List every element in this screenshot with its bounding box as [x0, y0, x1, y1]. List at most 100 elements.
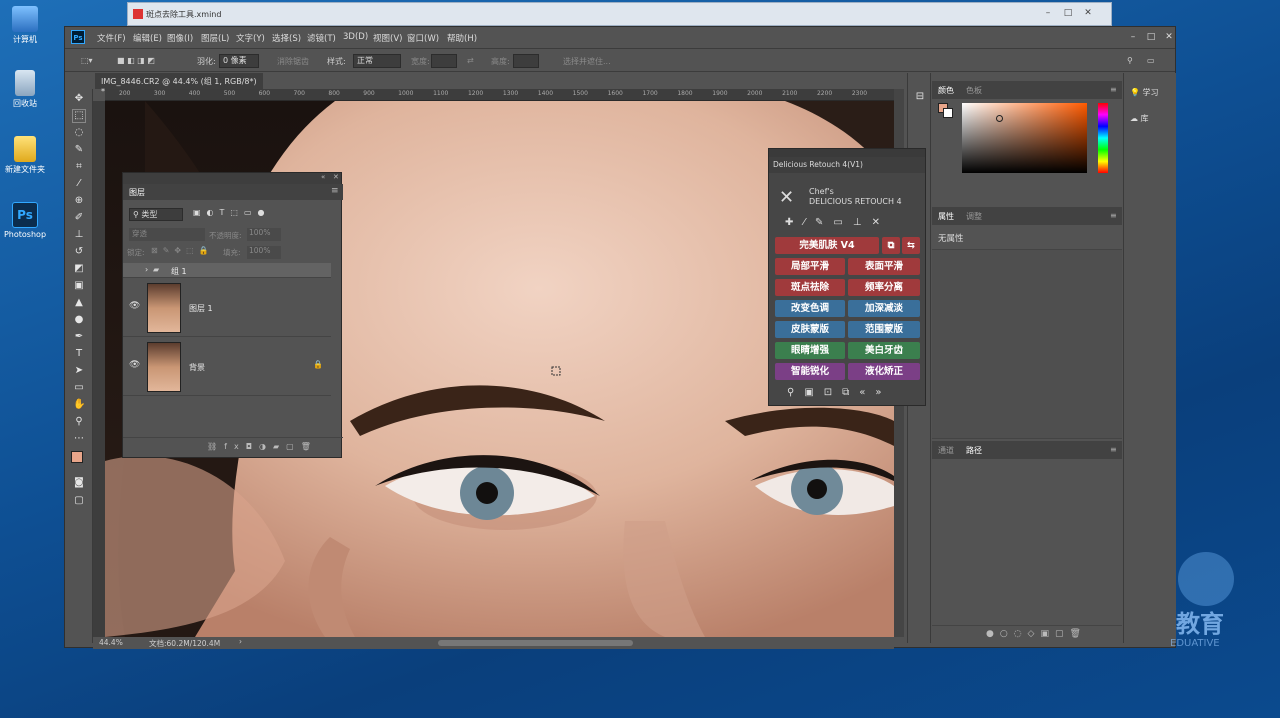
- collapse-icon[interactable]: «: [321, 173, 325, 181]
- antialias-checkbox[interactable]: 消除锯齿: [277, 56, 309, 67]
- eraser-tool-icon[interactable]: ◩: [73, 263, 85, 275]
- move-tool-icon[interactable]: ✥: [73, 93, 85, 105]
- shape-tool-icon[interactable]: ▭: [73, 382, 85, 394]
- desktop-icon-recycle-bin[interactable]: 回收站: [2, 70, 48, 109]
- width-input[interactable]: [431, 54, 457, 68]
- local-smooth-button[interactable]: 局部平滑: [775, 258, 845, 275]
- visibility-eye-icon[interactable]: 👁: [129, 360, 140, 370]
- panel-menu-icon[interactable]: ≡: [1110, 445, 1117, 454]
- stamp-tool-icon[interactable]: ⊥: [73, 229, 85, 241]
- tab-paths[interactable]: 路径: [966, 445, 982, 456]
- perfect-skin-button[interactable]: 完美肌肤 V4: [775, 237, 879, 254]
- minimize-button[interactable]: –: [1040, 7, 1056, 19]
- foreground-color-swatch[interactable]: [71, 451, 83, 463]
- history-brush-tool-icon[interactable]: ↺: [73, 246, 85, 258]
- blend-mode-select[interactable]: 穿透: [129, 228, 205, 241]
- marquee-tool-icon[interactable]: ⬚▾: [81, 56, 93, 65]
- zoom-tool-icon[interactable]: ⚲: [73, 416, 85, 428]
- hand-tool-icon[interactable]: ✋: [73, 399, 85, 411]
- dodge-burn-button[interactable]: 加深减淡: [848, 300, 920, 317]
- status-arrow-icon[interactable]: ›: [239, 637, 242, 646]
- quick-select-tool-icon[interactable]: ✎: [73, 144, 85, 156]
- retouch-footer-icons[interactable]: ⚲▣⊡⧉«»: [787, 387, 892, 398]
- brush-tool-icon[interactable]: ✐: [73, 212, 85, 224]
- close-button[interactable]: ✕: [1080, 7, 1096, 19]
- layer-filter-select[interactable]: ⚲ 类型: [129, 208, 183, 221]
- pen-tool-icon[interactable]: ✒: [73, 331, 85, 343]
- desktop-icon-new-folder[interactable]: 新建文件夹: [2, 136, 48, 175]
- smart-sharpen-button[interactable]: 智能锐化: [775, 363, 845, 380]
- tab-properties[interactable]: 属性: [938, 211, 954, 222]
- menu-type[interactable]: 文字(Y): [236, 32, 265, 44]
- more-tools-icon[interactable]: ⋯: [73, 433, 85, 445]
- path-select-tool-icon[interactable]: ➤: [73, 365, 85, 377]
- layer-name[interactable]: 背景: [189, 362, 205, 373]
- copy-icon[interactable]: ⧉: [882, 237, 900, 254]
- frequency-separation-button[interactable]: 频率分离: [848, 279, 920, 296]
- lasso-tool-icon[interactable]: ◌: [73, 127, 85, 139]
- ps-close-button[interactable]: ✕: [1161, 31, 1177, 43]
- paths-footer-icons[interactable]: ●○◌◇▣▢🗑: [932, 625, 1122, 643]
- menu-layer[interactable]: 图层(L): [201, 32, 229, 44]
- tab-swatches[interactable]: 色板: [966, 85, 982, 96]
- change-tone-button[interactable]: 改变色调: [775, 300, 845, 317]
- healing-tool-icon[interactable]: ⊕: [73, 195, 85, 207]
- lock-icons[interactable]: ⊠✎✥⬚🔒: [151, 246, 214, 255]
- menu-select[interactable]: 选择(S): [272, 32, 301, 44]
- menu-edit[interactable]: 编辑(E): [133, 32, 162, 44]
- panel-menu-icon[interactable]: ≡: [331, 186, 339, 196]
- retouch-drag-bar[interactable]: [769, 149, 925, 157]
- opacity-input[interactable]: 100%: [247, 228, 281, 241]
- quick-mask-icon[interactable]: ◙: [73, 477, 85, 489]
- menu-window[interactable]: 窗口(W): [407, 32, 439, 44]
- layer-name[interactable]: 组 1: [171, 266, 187, 277]
- feather-input[interactable]: 0 像素: [219, 54, 259, 68]
- retouch-tool-icons[interactable]: ✚⁄✎▭⊥✕: [785, 217, 890, 228]
- menu-view[interactable]: 视图(V): [373, 32, 402, 44]
- panel-menu-icon[interactable]: ≡: [1110, 211, 1117, 220]
- tab-adjustments[interactable]: 调整: [966, 211, 982, 222]
- menu-3d[interactable]: 3D(D): [343, 32, 368, 42]
- gradient-tool-icon[interactable]: ▣: [73, 280, 85, 292]
- spot-removal-button[interactable]: 斑点祛除: [775, 279, 845, 296]
- tab-color[interactable]: 颜色: [938, 85, 954, 96]
- layer-row-background[interactable]: 👁 背景 🔒: [123, 338, 331, 396]
- layers-panel-drag-bar[interactable]: « ✕: [123, 173, 341, 184]
- range-mask-button[interactable]: 范围蒙版: [848, 321, 920, 338]
- tab-layers[interactable]: 图层: [129, 187, 145, 198]
- maximize-button[interactable]: □: [1060, 7, 1076, 19]
- style-select[interactable]: 正常: [353, 54, 401, 68]
- eye-enhance-button[interactable]: 眼睛增强: [775, 342, 845, 359]
- menu-image[interactable]: 图像(I): [167, 32, 193, 44]
- surface-smooth-button[interactable]: 表面平滑: [848, 258, 920, 275]
- layer-row-group[interactable]: › ▰ 组 1: [123, 263, 331, 278]
- menu-help[interactable]: 帮助(H): [447, 32, 477, 44]
- screen-mode-icon[interactable]: ▢: [73, 495, 85, 507]
- settings-toggle-icon[interactable]: ⇆: [902, 237, 920, 254]
- select-mask-button[interactable]: 选择并遮住...: [563, 56, 611, 67]
- color-picker-field[interactable]: [962, 103, 1087, 173]
- document-tab[interactable]: IMG_8446.CR2 @ 44.4% (组 1, RGB/8*) *: [95, 73, 263, 96]
- desktop-icon-computer[interactable]: 计算机: [2, 6, 48, 45]
- ps-minimize-button[interactable]: –: [1125, 31, 1141, 43]
- close-icon[interactable]: ✕: [333, 173, 339, 181]
- panel-menu-icon[interactable]: ≡: [1110, 85, 1117, 94]
- swap-icon[interactable]: ⇄: [467, 56, 474, 65]
- menu-file[interactable]: 文件(F): [97, 32, 126, 44]
- horizontal-scrollbar[interactable]: [438, 640, 633, 646]
- fill-input[interactable]: 100%: [247, 246, 281, 259]
- learn-item[interactable]: 💡 学习: [1130, 87, 1159, 98]
- eyedropper-tool-icon[interactable]: ⁄: [73, 178, 85, 190]
- marquee-tool-icon[interactable]: ⬚: [72, 109, 86, 123]
- crop-tool-icon[interactable]: ⌗: [73, 161, 85, 173]
- hue-slider[interactable]: [1098, 103, 1108, 173]
- dodge-tool-icon[interactable]: ●: [73, 314, 85, 326]
- skin-mask-button[interactable]: 皮肤蒙版: [775, 321, 845, 338]
- ps-maximize-button[interactable]: □: [1143, 31, 1159, 43]
- selection-mode-icons[interactable]: ■ ◧ ◨ ◩: [117, 56, 155, 65]
- expand-icon[interactable]: ›: [145, 265, 148, 274]
- history-panel-icon[interactable]: ⊟: [914, 91, 926, 103]
- zoom-level[interactable]: 44.4%: [99, 638, 123, 647]
- blur-tool-icon[interactable]: ▲: [73, 297, 85, 309]
- layer-row-layer1[interactable]: 👁 图层 1: [123, 279, 331, 337]
